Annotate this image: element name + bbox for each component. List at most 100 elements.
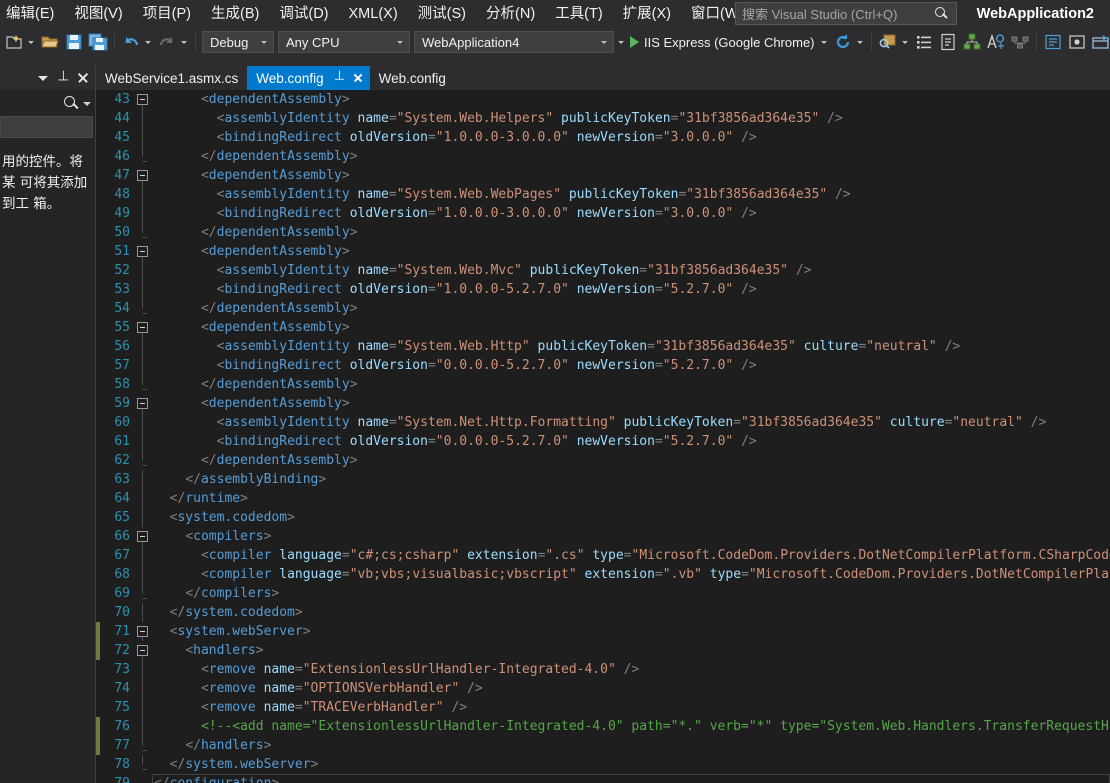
fold-column[interactable] (134, 546, 152, 565)
configuration-dropdown[interactable]: Debug (202, 31, 274, 53)
startup-project-dropdown[interactable]: WebApplication4 (414, 31, 614, 53)
code-line[interactable]: 63 </assemblyBinding> (96, 470, 1110, 489)
fold-column[interactable] (134, 470, 152, 489)
code-line[interactable]: 67 <compiler language="c#;cs;csharp" ext… (96, 546, 1110, 565)
collapse-icon[interactable] (137, 322, 148, 333)
code-line[interactable]: 56 <assemblyIdentity name="System.Web.Ht… (96, 337, 1110, 356)
toolbox-icon[interactable] (1090, 31, 1110, 53)
fold-column[interactable] (134, 679, 152, 698)
fold-column[interactable] (134, 660, 152, 679)
fold-column[interactable] (134, 641, 152, 660)
toolbox-search-input[interactable] (0, 116, 93, 138)
new-project-dropdown-icon[interactable] (26, 31, 37, 53)
code-line[interactable]: 51 <dependentAssembly> (96, 242, 1110, 261)
save-all-icon[interactable] (87, 31, 109, 53)
fold-column[interactable] (134, 489, 152, 508)
fold-column[interactable] (134, 166, 152, 185)
redo-dropdown-icon[interactable] (179, 31, 190, 53)
fold-column[interactable] (134, 565, 152, 584)
code-line[interactable]: 61 <bindingRedirect oldVersion="0.0.0.0-… (96, 432, 1110, 451)
save-icon[interactable] (63, 31, 85, 53)
close-icon[interactable] (74, 69, 92, 87)
code-line[interactable]: 76 <!--<add name="ExtensionlessUrlHandle… (96, 717, 1110, 736)
code-line[interactable]: 49 <bindingRedirect oldVersion="1.0.0.0-… (96, 204, 1110, 223)
code-line[interactable]: 50 </dependentAssembly> (96, 223, 1110, 242)
redo-icon[interactable] (156, 31, 178, 53)
code-line[interactable]: 60 <assemblyIdentity name="System.Net.Ht… (96, 413, 1110, 432)
object-browser-icon[interactable] (1009, 31, 1031, 53)
fold-column[interactable] (134, 204, 152, 223)
code-line[interactable]: 75 <remove name="TRACEVerbHandler" /> (96, 698, 1110, 717)
tab-web-config-active[interactable]: Web.config (247, 66, 370, 90)
find-dropdown-icon[interactable] (900, 31, 911, 53)
code-line[interactable]: 48 <assemblyIdentity name="System.Web.We… (96, 185, 1110, 204)
collapse-icon[interactable] (137, 170, 148, 181)
fold-column[interactable] (134, 736, 152, 755)
tab-web-config[interactable]: Web.config (370, 66, 455, 90)
code-line[interactable]: 52 <assemblyIdentity name="System.Web.Mv… (96, 261, 1110, 280)
fold-column[interactable] (134, 432, 152, 451)
vs-search-box[interactable]: 搜索 Visual Studio (Ctrl+Q) (735, 2, 957, 25)
code-line[interactable]: 46 </dependentAssembly> (96, 147, 1110, 166)
collapse-icon[interactable] (137, 531, 148, 542)
fold-column[interactable] (134, 375, 152, 394)
code-line[interactable]: 70 </system.codedom> (96, 603, 1110, 622)
fold-column[interactable] (134, 774, 152, 783)
fold-column[interactable] (134, 242, 152, 261)
code-editor[interactable]: 43 <dependentAssembly> 44 <assemblyIdenti… (96, 90, 1110, 783)
output-window-icon[interactable] (1066, 31, 1088, 53)
collapse-icon[interactable] (137, 398, 148, 409)
fold-column[interactable] (134, 698, 152, 717)
search-icon[interactable] (61, 93, 81, 113)
menu-build[interactable]: 生成(B) (201, 0, 269, 28)
code-line[interactable]: 59 <dependentAssembly> (96, 394, 1110, 413)
fold-column[interactable] (134, 147, 152, 166)
pin-icon[interactable] (331, 70, 347, 86)
collapse-icon[interactable] (137, 94, 148, 105)
code-line[interactable]: 65 <system.codedom> (96, 508, 1110, 527)
undo-dropdown-icon[interactable] (143, 31, 154, 53)
fold-column[interactable] (134, 223, 152, 242)
open-file-icon[interactable] (39, 31, 61, 53)
error-list-icon[interactable] (1042, 31, 1064, 53)
menu-extensions[interactable]: 扩展(X) (613, 0, 681, 28)
tab-webservice1-asmx-cs[interactable]: WebService1.asmx.cs (96, 66, 247, 90)
code-line[interactable]: 69 </compilers> (96, 584, 1110, 603)
code-line[interactable]: 71 <system.webServer> (96, 622, 1110, 641)
code-line[interactable]: 43 <dependentAssembly> (96, 90, 1110, 109)
platform-dropdown[interactable]: Any CPU (278, 31, 410, 53)
pin-icon[interactable] (54, 69, 72, 87)
refresh-icon[interactable] (832, 31, 854, 53)
fold-column[interactable] (134, 185, 152, 204)
fold-column[interactable] (134, 603, 152, 622)
close-icon[interactable] (350, 70, 366, 86)
code-line[interactable]: 72 <handlers> (96, 641, 1110, 660)
collapse-icon[interactable] (137, 645, 148, 656)
code-line[interactable]: 45 <bindingRedirect oldVersion="1.0.0.0-… (96, 128, 1110, 147)
fold-column[interactable] (134, 394, 152, 413)
code-line[interactable]: 68 <compiler language="vb;vbs;visualbasi… (96, 565, 1110, 584)
fold-column[interactable] (134, 413, 152, 432)
menu-tools[interactable]: 工具(T) (545, 0, 613, 28)
menu-project[interactable]: 项目(P) (133, 0, 201, 28)
fold-column[interactable] (134, 261, 152, 280)
code-line[interactable]: 79 </configuration> (96, 774, 1110, 783)
code-line[interactable]: 55 <dependentAssembly> (96, 318, 1110, 337)
fold-column[interactable] (134, 337, 152, 356)
start-debugging-button[interactable]: IIS Express (Google Chrome) (628, 31, 819, 53)
fold-column[interactable] (134, 584, 152, 603)
menu-debug[interactable]: 调试(D) (269, 0, 338, 28)
code-line[interactable]: 54 </dependentAssembly> (96, 299, 1110, 318)
fold-column[interactable] (134, 755, 152, 774)
class-view-icon[interactable] (985, 31, 1007, 53)
collapse-icon[interactable] (137, 626, 148, 637)
fold-column[interactable] (134, 622, 152, 641)
fold-column[interactable] (134, 451, 152, 470)
collapse-icon[interactable] (137, 246, 148, 257)
chevron-down-icon[interactable] (34, 69, 52, 87)
new-project-icon[interactable] (3, 31, 25, 53)
properties-window-icon[interactable] (937, 31, 959, 53)
find-in-files-icon[interactable] (877, 31, 899, 53)
refresh-dropdown-icon[interactable] (855, 31, 866, 53)
menu-xml[interactable]: XML(X) (339, 0, 408, 28)
